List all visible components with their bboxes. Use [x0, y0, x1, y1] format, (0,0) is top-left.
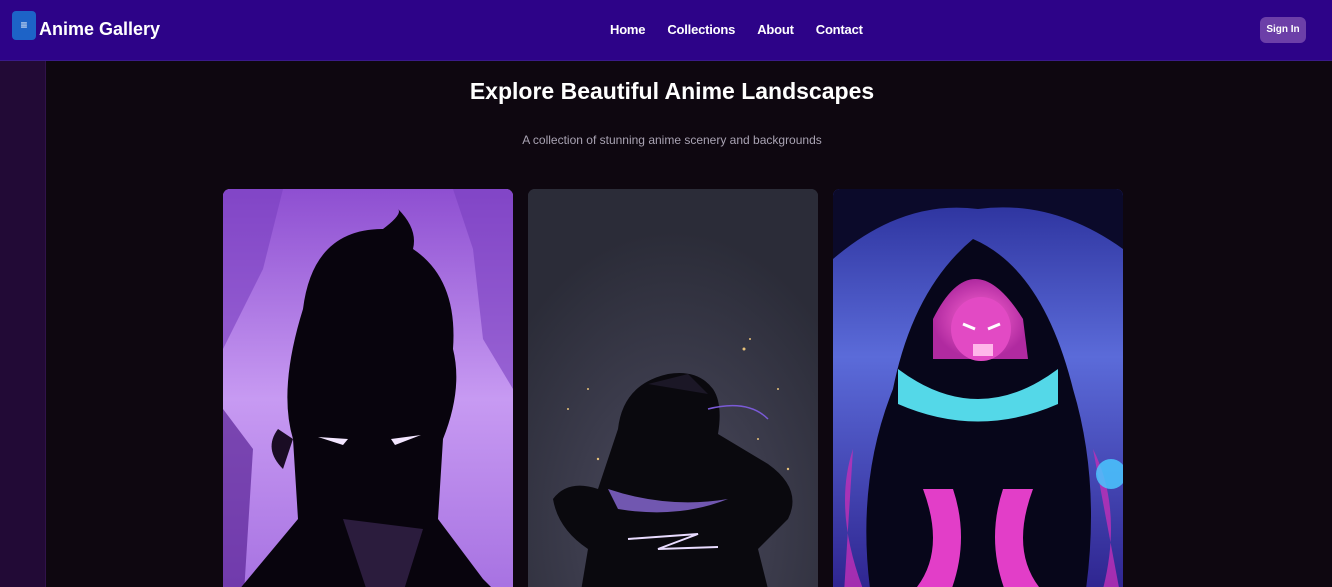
top-navbar: ≡ Anime Gallery Home Collections About C…: [0, 0, 1332, 61]
page-subtitle: A collection of stunning anime scenery a…: [522, 133, 822, 147]
purple-flame-silhouette-image: [223, 189, 513, 587]
dark-warrior-lightning-image: [528, 189, 818, 587]
page-title: Explore Beautiful Anime Landscapes: [469, 78, 875, 104]
page: ≡ Anime Gallery Home Collections About C…: [0, 0, 1332, 587]
brand-title[interactable]: Anime Gallery: [39, 19, 160, 40]
gallery-card-1[interactable]: [223, 189, 513, 587]
shadow-monster-glow-image: [833, 189, 1123, 587]
sidebar: [0, 61, 46, 587]
nav-contact-link[interactable]: Contact: [816, 22, 863, 37]
sign-in-button[interactable]: Sign In: [1260, 17, 1306, 43]
nav-home-link[interactable]: Home: [610, 22, 646, 37]
gallery-card-3[interactable]: [833, 189, 1123, 587]
main-content: Explore Beautiful Anime Landscapes A col…: [46, 61, 1332, 587]
nav-about-link[interactable]: About: [757, 22, 794, 37]
gallery-card-2[interactable]: [528, 189, 818, 587]
main-nav: Home Collections About Contact: [610, 22, 863, 37]
nav-collections-link[interactable]: Collections: [667, 22, 735, 37]
hamburger-menu-icon[interactable]: ≡: [12, 11, 36, 40]
